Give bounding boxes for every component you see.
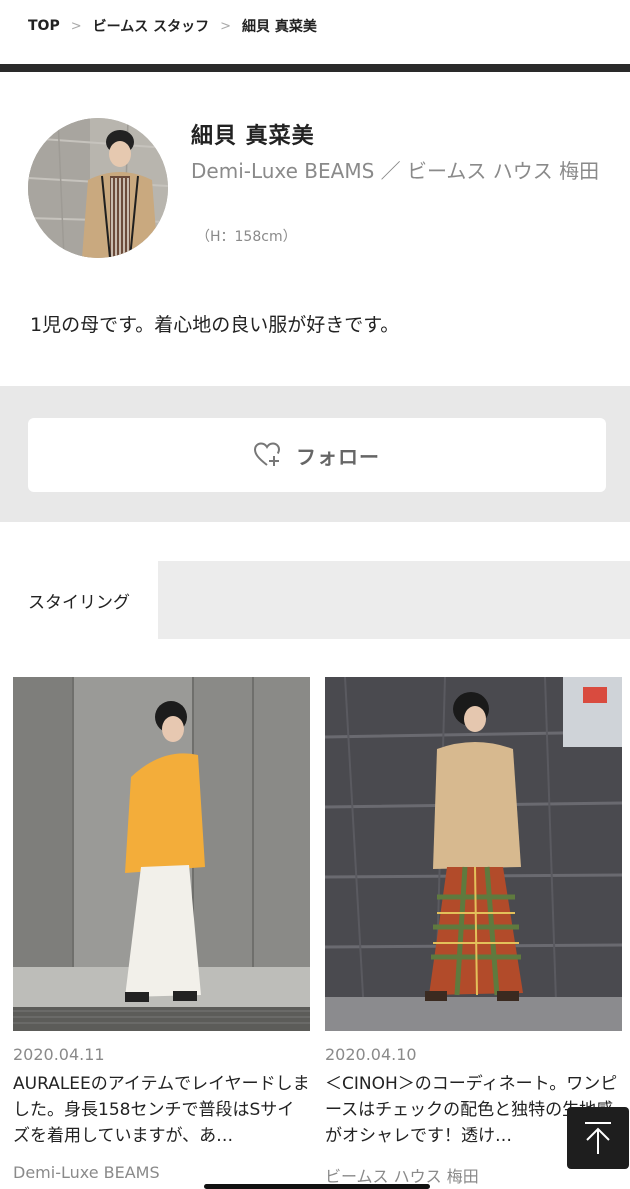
staff-height: （H：158cm） xyxy=(196,229,297,245)
avatar xyxy=(28,118,168,258)
staff-shop[interactable]: Demi-Luxe BEAMS ／ ビームス ハウス 梅田 xyxy=(191,156,601,187)
follow-section: フォロー xyxy=(0,386,630,522)
post-date: 2020.04.10 xyxy=(325,1045,417,1064)
styling-photo[interactable] xyxy=(325,677,622,1031)
header-divider-bar xyxy=(0,64,630,72)
breadcrumb: TOP > ビームス スタッフ > 細貝 真菜美 xyxy=(28,14,317,38)
heart-plus-icon xyxy=(254,442,281,466)
breadcrumb-top-link[interactable]: TOP xyxy=(28,18,60,34)
breadcrumb-current: 細貝 真菜美 xyxy=(242,19,317,35)
staff-name: 細貝 真菜美 xyxy=(191,124,315,149)
follow-label: フォロー xyxy=(296,444,380,469)
breadcrumb-separator: > xyxy=(220,18,231,34)
content-tabs: スタイリング xyxy=(0,561,630,639)
post-store: Demi-Luxe BEAMS xyxy=(13,1163,160,1182)
tab-styling[interactable]: スタイリング xyxy=(0,561,158,639)
styling-photo[interactable] xyxy=(13,677,310,1031)
scroll-to-top-button[interactable] xyxy=(567,1107,629,1169)
breadcrumb-separator: > xyxy=(70,18,82,34)
staff-profile: 細貝 真菜美 Demi-Luxe BEAMS ／ ビームス ハウス 梅田 （H：… xyxy=(0,72,630,386)
breadcrumb-staff-link[interactable]: ビームス スタッフ xyxy=(93,16,209,36)
post-description[interactable]: AURALEEのアイテムでレイヤードしました。身長158センチで普段はSサイズを… xyxy=(13,1071,310,1149)
home-indicator xyxy=(204,1184,430,1189)
staff-bio: 1児の母です。着心地の良い服が好きです。 xyxy=(30,314,400,336)
follow-button[interactable]: フォロー xyxy=(28,418,606,492)
styling-card[interactable]: 2020.04.11 AURALEEのアイテムでレイヤードしました。身長158セ… xyxy=(13,677,310,1182)
arrow-up-to-top-icon xyxy=(585,1122,611,1154)
post-date: 2020.04.11 xyxy=(13,1045,105,1064)
